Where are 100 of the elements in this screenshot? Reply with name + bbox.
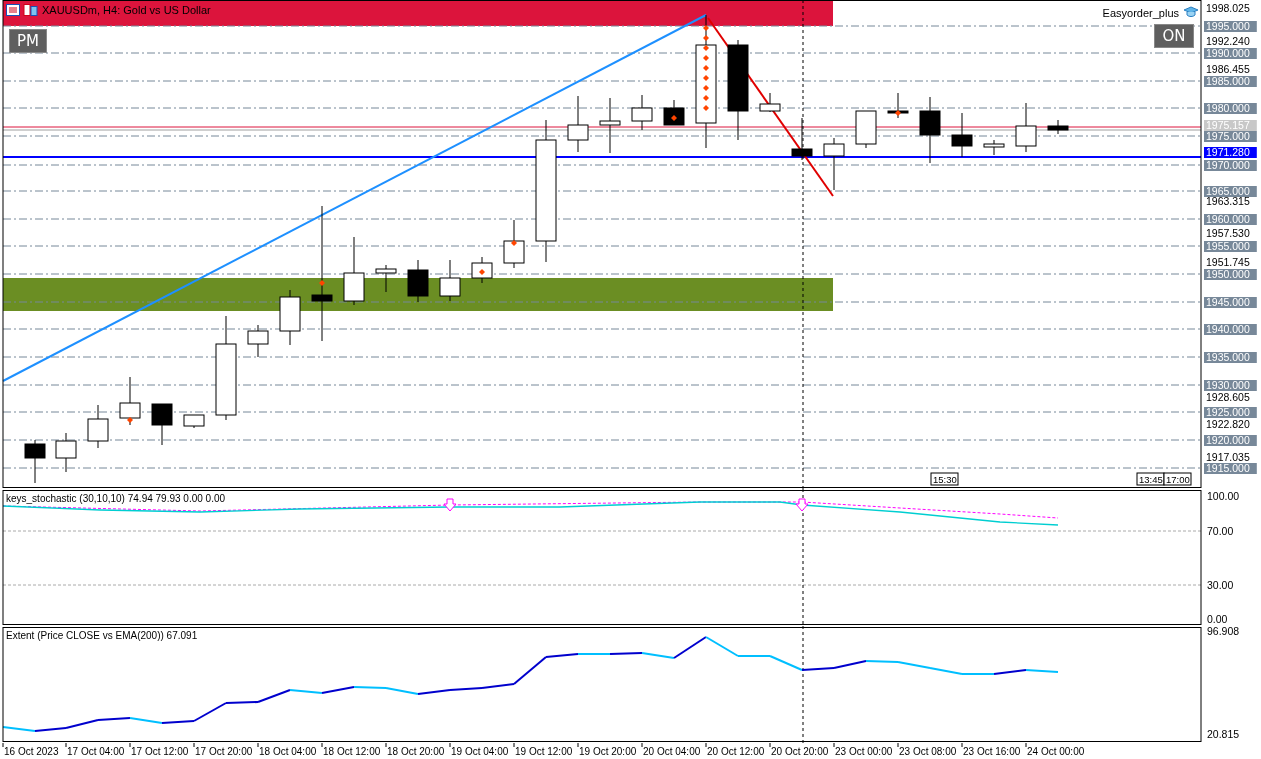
price-label: 1945.000 bbox=[1204, 296, 1257, 308]
price-label: 1965.000 bbox=[1204, 185, 1257, 197]
price-tick: 1922.820 bbox=[1206, 418, 1250, 430]
candlestick bbox=[823, 137, 845, 191]
time-label: 18 Oct 20:00 bbox=[387, 746, 445, 757]
order-marker bbox=[703, 55, 709, 61]
price-label: 1955.000 bbox=[1204, 240, 1257, 252]
candlestick bbox=[1015, 102, 1037, 153]
down-arrow-icon bbox=[795, 498, 809, 512]
candlestick bbox=[87, 404, 109, 449]
price-label: 1940.000 bbox=[1204, 323, 1257, 335]
candlestick bbox=[983, 139, 1005, 156]
candlestick bbox=[247, 324, 269, 358]
price-tick: 1998.025 bbox=[1206, 2, 1250, 14]
price-tick: 1986.455 bbox=[1206, 63, 1250, 75]
axis-label: 70.00 bbox=[1207, 525, 1234, 537]
time-label: 20 Oct 20:00 bbox=[771, 746, 829, 757]
price-label: 1971.280 bbox=[1204, 146, 1257, 158]
candlestick bbox=[951, 112, 973, 158]
price-label: 1960.000 bbox=[1204, 213, 1257, 225]
candlestick bbox=[599, 97, 621, 154]
price-tick: 1957.530 bbox=[1206, 227, 1250, 239]
price-label: 1950.000 bbox=[1204, 268, 1257, 280]
time-label: 16 Oct 2023 bbox=[4, 746, 59, 757]
price-label: 1985.000 bbox=[1204, 75, 1257, 87]
order-marker bbox=[511, 240, 517, 246]
price-label: 1925.000 bbox=[1204, 406, 1257, 418]
price-label: 1935.000 bbox=[1204, 351, 1257, 363]
candlestick bbox=[791, 117, 813, 161]
candlestick bbox=[151, 403, 173, 446]
order-marker bbox=[703, 105, 709, 111]
price-tick: 1917.035 bbox=[1206, 451, 1250, 463]
candlestick bbox=[55, 432, 77, 473]
candlestick bbox=[471, 256, 493, 284]
time-marker: 17:00 bbox=[1163, 472, 1192, 486]
price-label: 1980.000 bbox=[1204, 102, 1257, 114]
candlestick bbox=[439, 259, 461, 302]
time-label: 18 Oct 04:00 bbox=[259, 746, 317, 757]
time-label: 23 Oct 16:00 bbox=[963, 746, 1021, 757]
order-marker bbox=[895, 110, 901, 116]
order-marker bbox=[127, 417, 133, 423]
order-marker bbox=[703, 95, 709, 101]
candlestick bbox=[183, 414, 205, 429]
time-label: 23 Oct 08:00 bbox=[899, 746, 957, 757]
time-marker: 13:45 bbox=[1136, 472, 1165, 486]
chart-button[interactable]: ON bbox=[1154, 24, 1194, 48]
candlestick bbox=[567, 95, 589, 153]
expert-name: Easyorder_plus bbox=[1102, 6, 1179, 19]
candlestick bbox=[279, 289, 301, 346]
order-marker bbox=[703, 65, 709, 71]
down-arrow-icon bbox=[443, 498, 457, 512]
order-marker bbox=[671, 115, 677, 121]
time-label: 17 Oct 12:00 bbox=[131, 746, 189, 757]
price-label: 1990.000 bbox=[1204, 47, 1257, 59]
time-label: 24 Oct 00:00 bbox=[1027, 746, 1085, 757]
candlestick bbox=[631, 94, 653, 131]
time-label: 17 Oct 20:00 bbox=[195, 746, 253, 757]
price-tick: 1951.745 bbox=[1206, 256, 1250, 268]
chart-title: XAUUSDm, H4: Gold vs US Dollar bbox=[42, 4, 211, 16]
time-label: 19 Oct 12:00 bbox=[515, 746, 573, 757]
candlestick bbox=[407, 259, 429, 303]
price-tick: 1992.240 bbox=[1206, 35, 1250, 47]
order-marker bbox=[703, 75, 709, 81]
axis-label: 0.00 bbox=[1207, 613, 1228, 625]
price-label: 1915.000 bbox=[1204, 462, 1257, 474]
indicator-title: keys_stochastic (30,10,10) 74.94 79.93 0.00 0.00 bbox=[6, 493, 226, 504]
axis-label: 96.908 bbox=[1207, 626, 1240, 637]
candlestick bbox=[919, 96, 941, 164]
indicator-title: Extent (Price CLOSE vs EMA(200)) 67.091 bbox=[6, 630, 198, 641]
candlestick bbox=[887, 92, 909, 119]
time-label: 23 Oct 00:00 bbox=[835, 746, 893, 757]
candlestick bbox=[24, 439, 46, 484]
chart-button[interactable]: PM bbox=[9, 29, 47, 53]
time-label: 17 Oct 04:00 bbox=[67, 746, 125, 757]
time-label: 20 Oct 04:00 bbox=[643, 746, 701, 757]
candlestick bbox=[855, 110, 877, 149]
chart-window-icon bbox=[6, 4, 38, 16]
candlestick bbox=[1047, 119, 1069, 135]
axis-label: 30.00 bbox=[1207, 579, 1234, 591]
order-marker bbox=[479, 269, 485, 275]
price-label: 1975.000 bbox=[1204, 130, 1257, 142]
price-tick: 1963.315 bbox=[1206, 195, 1250, 207]
time-label: 18 Oct 12:00 bbox=[323, 746, 381, 757]
candlestick bbox=[119, 376, 141, 426]
time-label: 20 Oct 12:00 bbox=[707, 746, 765, 757]
axis-label: 100.00 bbox=[1207, 490, 1240, 502]
candlestick bbox=[663, 99, 685, 126]
time-marker: 15:30 bbox=[930, 472, 959, 486]
price-label: 1930.000 bbox=[1204, 379, 1257, 391]
price-label: 1995.000 bbox=[1204, 20, 1257, 32]
order-marker bbox=[703, 85, 709, 91]
order-marker bbox=[319, 280, 325, 286]
axis-label: 20.815 bbox=[1207, 728, 1240, 740]
price-tick: 1928.605 bbox=[1206, 391, 1250, 403]
graduation-cap-icon bbox=[1183, 6, 1199, 19]
candlestick bbox=[343, 236, 365, 306]
candlestick bbox=[503, 219, 525, 269]
price-label: 1970.000 bbox=[1204, 159, 1257, 171]
order-marker bbox=[703, 35, 709, 41]
time-label: 19 Oct 04:00 bbox=[451, 746, 509, 757]
